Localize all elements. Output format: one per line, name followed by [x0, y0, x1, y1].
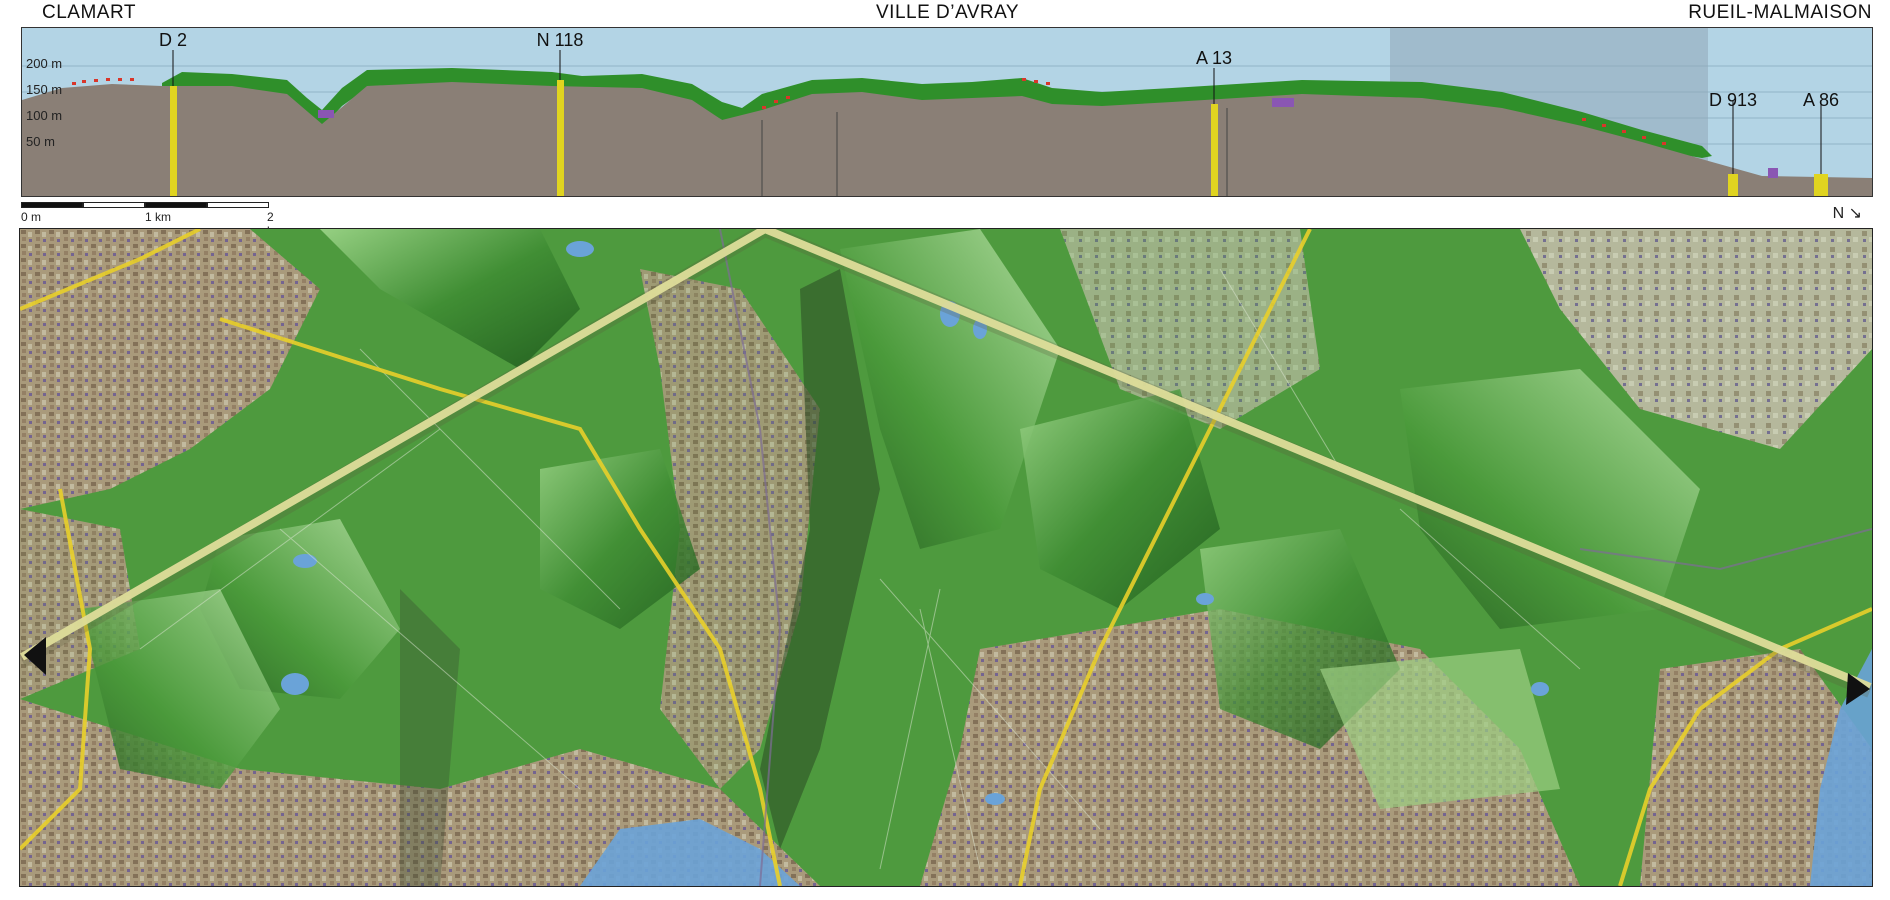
road-label-d913: D 913	[1708, 90, 1758, 110]
scale-segment	[83, 202, 145, 208]
scale-segment	[207, 202, 269, 208]
scale-tick-0: 0 m	[21, 210, 42, 224]
relief-map	[19, 228, 1873, 887]
elevation-profile-graphic	[22, 28, 1872, 196]
arrow-south-east-icon: ↘	[1848, 205, 1862, 222]
road-marker-a13	[1211, 104, 1218, 196]
road-marker-a86	[1814, 174, 1828, 196]
scale-segment	[145, 202, 207, 208]
town-label-clamart: CLAMART	[42, 2, 136, 23]
elevation-label-200: 200 m	[26, 56, 63, 71]
scale-bar: 0 m 1 km 2 km	[21, 200, 283, 238]
road-marker-n118	[557, 80, 564, 196]
road-marker-d2	[170, 86, 177, 196]
scale-segment	[21, 202, 83, 208]
town-label-ville-davray: VILLE D’AVRAY	[876, 2, 1020, 23]
elevation-label-100: 100 m	[26, 108, 63, 123]
road-label-d2: D 2	[158, 30, 188, 50]
elevation-profile: 200 m 150 m 100 m 50 m D 2 N 118 A 13 D …	[21, 27, 1873, 197]
road-label-n118: N 118	[536, 30, 584, 50]
elevation-label-50: 50 m	[26, 134, 55, 149]
town-label-rueil-malmaison: RUEIL-MALMAISON	[1688, 2, 1872, 23]
relief-map-graphic	[20, 229, 1872, 886]
north-label: N	[1832, 205, 1845, 222]
road-label-a86: A 86	[1802, 90, 1840, 110]
elevation-label-150: 150 m	[26, 82, 63, 97]
road-marker-d913	[1728, 174, 1738, 196]
road-label-a13: A 13	[1195, 48, 1233, 68]
scale-tick-1: 1 km	[145, 210, 172, 224]
north-indicator: N ↘	[1833, 203, 1862, 223]
